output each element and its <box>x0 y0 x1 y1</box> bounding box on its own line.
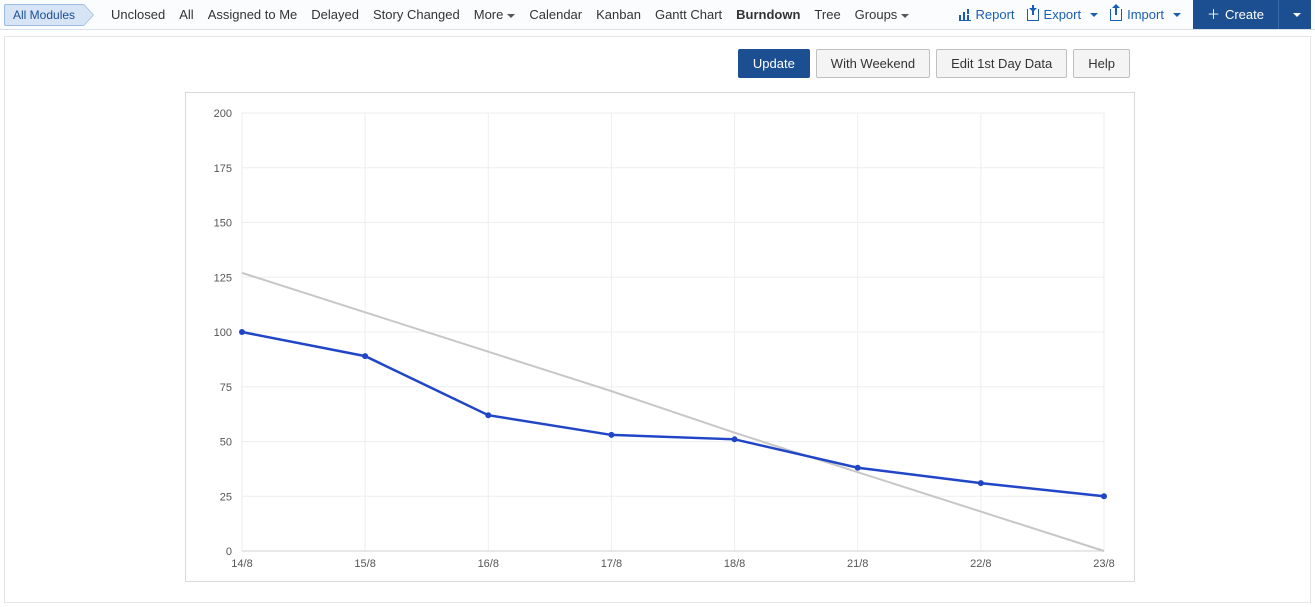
create-button-group: ＋ Create <box>1193 0 1311 29</box>
chevron-down-icon <box>507 14 515 18</box>
y-tick-label: 50 <box>220 437 232 449</box>
data-point <box>1101 493 1107 499</box>
tab-label: Gantt Chart <box>655 7 722 22</box>
chart-plot-area: 025507510012515017520014/815/816/817/818… <box>242 113 1104 551</box>
help-button[interactable]: Help <box>1073 49 1130 78</box>
y-tick-label: 150 <box>214 218 232 230</box>
report-label: Report <box>976 7 1015 22</box>
burndown-chart: 0 25 50 75 100 125 150 175 200 14/8 15/8 16/8 17/8 18… <box>185 92 1135 582</box>
data-point <box>732 436 738 442</box>
y-tick-label: 100 <box>214 327 232 339</box>
tab-more[interactable]: More <box>467 1 523 28</box>
tab-label: Calendar <box>529 7 582 22</box>
series-line-actual <box>242 332 1104 496</box>
create-label: Create <box>1225 7 1264 22</box>
tab-tree[interactable]: Tree <box>807 1 847 28</box>
tab-label: Burndown <box>736 7 800 22</box>
report-link[interactable]: Report <box>959 7 1015 22</box>
y-tick-label: 75 <box>220 382 232 394</box>
x-tick-label: 22/8 <box>970 558 991 570</box>
chevron-down-icon <box>901 14 909 18</box>
tab-story-changed[interactable]: Story Changed <box>366 1 467 28</box>
chart-svg: 025507510012515017520014/815/816/817/818… <box>242 113 1104 551</box>
chart-toolbar: Update With Weekend Edit 1st Day Data He… <box>45 49 1130 78</box>
chevron-down-icon <box>1293 13 1301 17</box>
x-tick-label: 14/8 <box>231 558 252 570</box>
tab-calendar[interactable]: Calendar <box>522 1 589 28</box>
tab-label: Kanban <box>596 7 641 22</box>
import-icon <box>1110 9 1122 21</box>
plus-icon: ＋ <box>1207 8 1220 21</box>
tab-label: Groups <box>855 7 898 22</box>
data-point <box>239 329 245 335</box>
data-point <box>485 412 491 418</box>
tab-assigned-to-me[interactable]: Assigned to Me <box>201 1 305 28</box>
tab-label: Unclosed <box>111 7 165 22</box>
tab-label: Story Changed <box>373 7 460 22</box>
x-tick-label: 15/8 <box>354 558 375 570</box>
series-line-ideal <box>242 273 1104 551</box>
export-label: Export <box>1044 7 1082 22</box>
export-link[interactable]: Export <box>1027 7 1099 22</box>
tab-kanban[interactable]: Kanban <box>589 1 648 28</box>
right-actions: Report Export Import ＋ Create <box>959 0 1312 29</box>
tab-label: Tree <box>814 7 840 22</box>
export-icon <box>1027 9 1039 21</box>
x-tick-label: 17/8 <box>601 558 622 570</box>
data-point <box>362 353 368 359</box>
bar-chart-icon <box>959 9 971 21</box>
data-point <box>978 480 984 486</box>
x-tick-label: 18/8 <box>724 558 745 570</box>
update-button[interactable]: Update <box>738 49 810 78</box>
with-weekend-button[interactable]: With Weekend <box>816 49 930 78</box>
y-tick-label: 125 <box>214 272 232 284</box>
create-button[interactable]: ＋ Create <box>1193 0 1278 29</box>
x-tick-label: 21/8 <box>847 558 868 570</box>
x-tick-label: 23/8 <box>1093 558 1114 570</box>
tab-unclosed[interactable]: Unclosed <box>104 1 172 28</box>
content-panel: Update With Weekend Edit 1st Day Data He… <box>4 36 1311 603</box>
tab-all[interactable]: All <box>172 1 200 28</box>
tab-strip: Unclosed All Assigned to Me Delayed Story Ch… <box>104 1 916 28</box>
tab-groups[interactable]: Groups <box>848 1 917 28</box>
y-tick-label: 175 <box>214 163 232 175</box>
y-tick-label: 25 <box>220 491 232 503</box>
module-filter-pill[interactable]: All Modules <box>4 4 84 26</box>
edit-first-day-button[interactable]: Edit 1st Day Data <box>936 49 1067 78</box>
tab-label: Delayed <box>311 7 359 22</box>
import-label: Import <box>1127 7 1164 22</box>
x-tick-label: 16/8 <box>478 558 499 570</box>
y-tick-label: 0 <box>226 546 232 558</box>
chevron-down-icon <box>1173 13 1181 17</box>
tab-delayed[interactable]: Delayed <box>304 1 366 28</box>
data-point <box>608 432 614 438</box>
tab-burndown[interactable]: Burndown <box>729 1 807 28</box>
import-link[interactable]: Import <box>1110 7 1181 22</box>
chevron-down-icon <box>1090 13 1098 17</box>
y-tick-label: 200 <box>214 108 232 120</box>
top-toolbar: All Modules Unclosed All Assigned to Me Del… <box>0 0 1315 30</box>
create-dropdown-toggle[interactable] <box>1278 0 1311 29</box>
data-point <box>855 465 861 471</box>
tab-label: All <box>179 7 193 22</box>
tab-label: More <box>474 7 504 22</box>
tab-gantt-chart[interactable]: Gantt Chart <box>648 1 729 28</box>
tab-label: Assigned to Me <box>208 7 298 22</box>
